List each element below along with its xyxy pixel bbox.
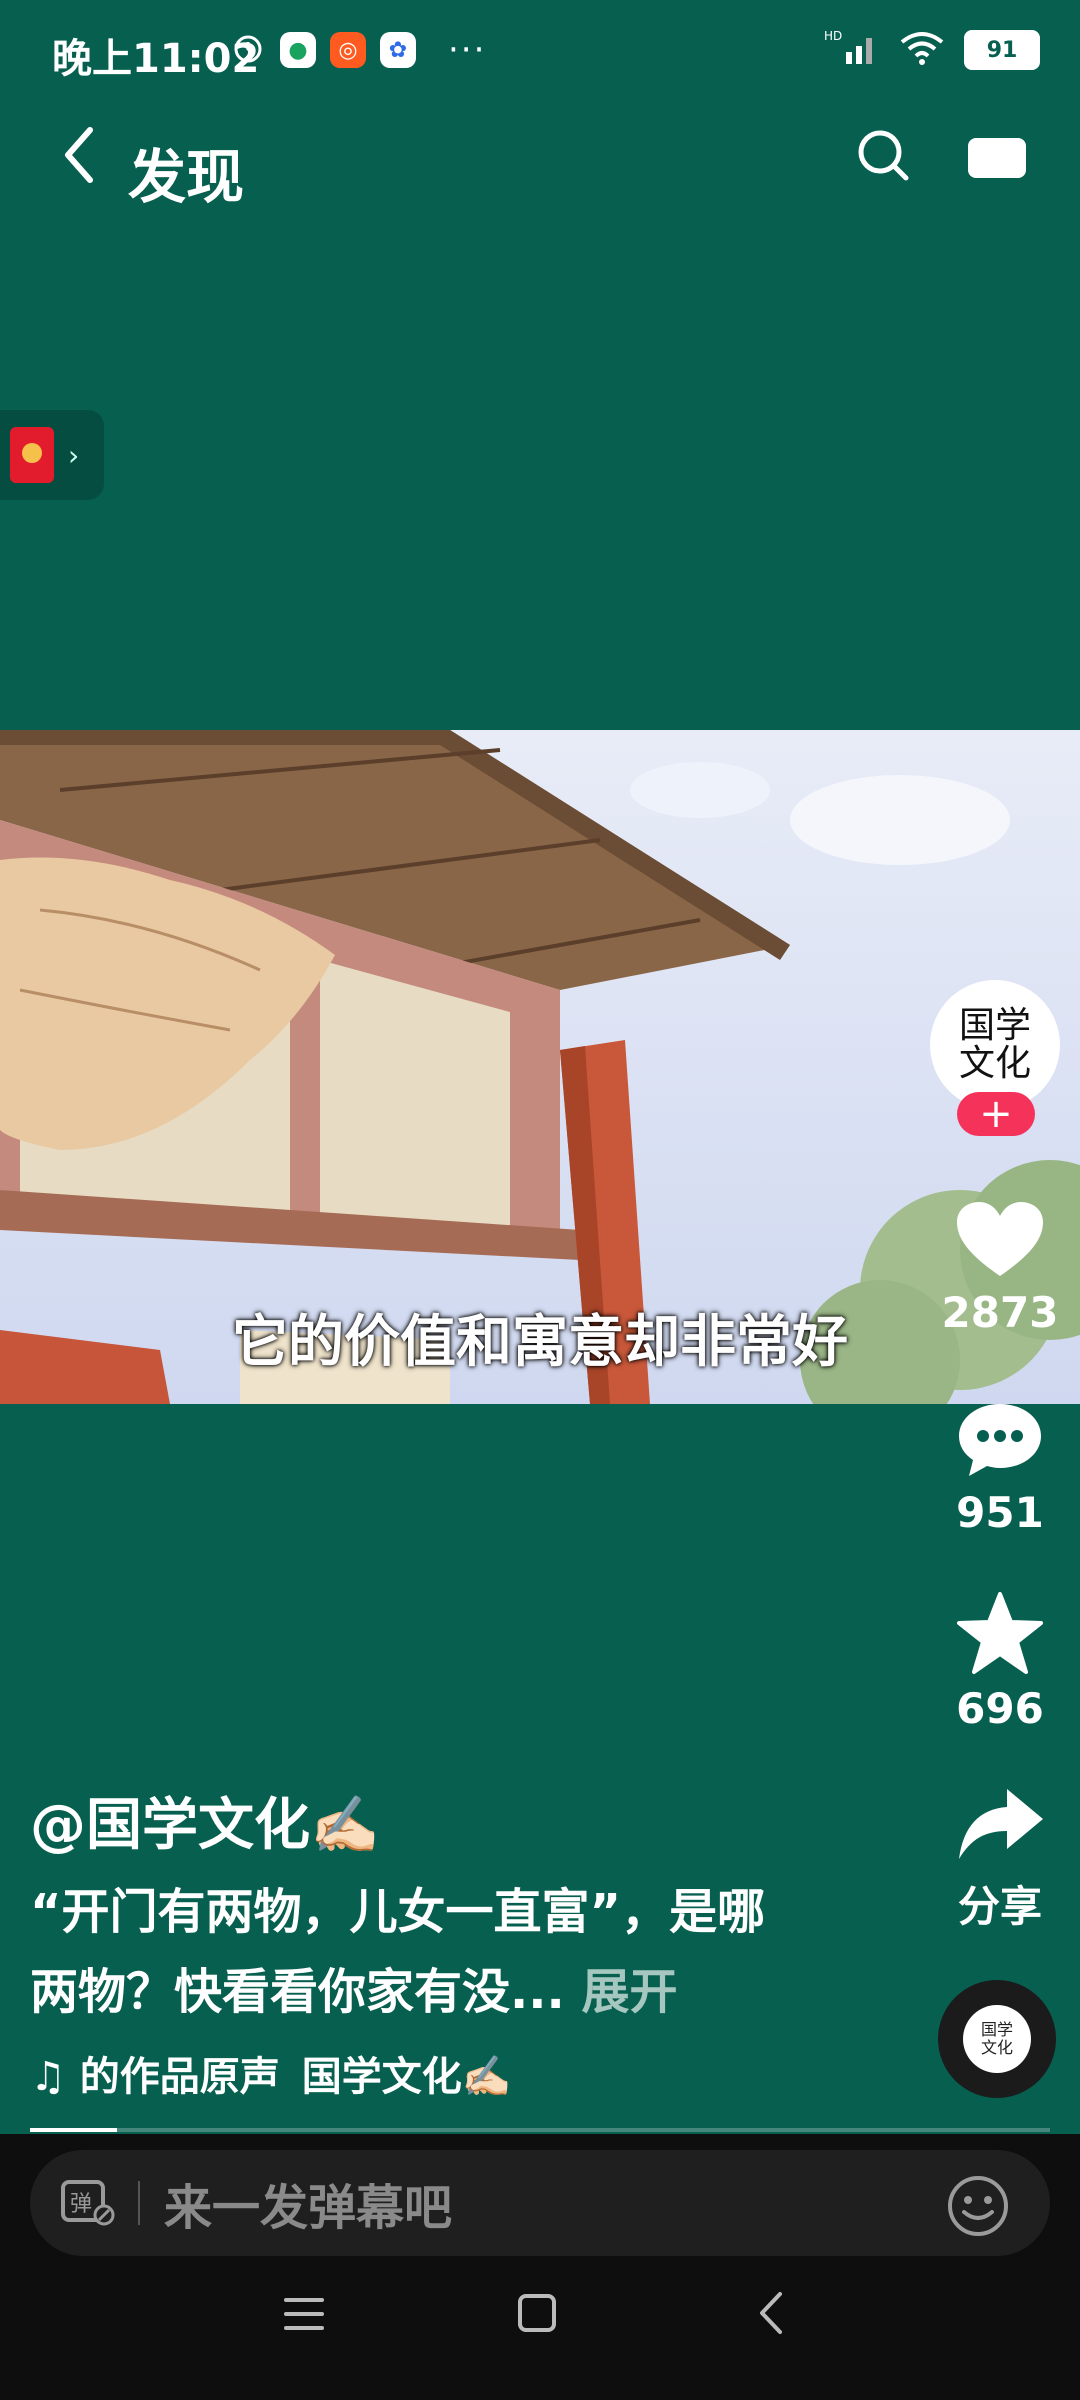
emoji-icon[interactable] bbox=[946, 2174, 1010, 2238]
avatar-calligraphy: 国学文化 bbox=[958, 1005, 1031, 1084]
app-notification-icon: ◎ bbox=[330, 32, 366, 68]
video-player[interactable]: 它的价值和寓意却非常好 bbox=[0, 730, 1080, 1404]
disc-cover: 国学文化 bbox=[963, 2005, 1031, 2073]
system-icons: HD 91 bbox=[824, 28, 1040, 72]
share-label: 分享 bbox=[957, 1882, 1042, 1931]
music-info[interactable]: ♫ 的作品原声 国学文化✍🏻 bbox=[30, 2044, 512, 2102]
back-button[interactable] bbox=[58, 120, 98, 190]
chevron-right-icon: › bbox=[68, 438, 80, 472]
home-icon[interactable] bbox=[516, 2292, 558, 2334]
divider bbox=[138, 2181, 140, 2225]
signal-icon: HD bbox=[824, 28, 880, 72]
disc-cover-text: 国学文化 bbox=[980, 2020, 1013, 2057]
favorite-button[interactable]: 696 bbox=[920, 1590, 1080, 1733]
status-bar: 晚上11:02 ● ◎ ✿ ··· HD 91 bbox=[0, 0, 1080, 104]
status-time: 晚上11:02 bbox=[52, 36, 260, 82]
svg-text:弹: 弹 bbox=[70, 2192, 92, 2217]
music-disc[interactable]: 国学文化 bbox=[938, 1980, 1056, 2098]
like-button[interactable]: 2873 bbox=[920, 1200, 1080, 1337]
alarm-icon bbox=[230, 30, 266, 70]
red-envelope-tab[interactable]: › bbox=[0, 410, 104, 500]
comment-icon bbox=[959, 1404, 1041, 1476]
video-subtitle: 它的价值和寓意却非常好 bbox=[232, 1310, 848, 1375]
baidu-icon: ✿ bbox=[380, 32, 416, 68]
app-notification-icon: ● bbox=[280, 32, 316, 68]
camera-button[interactable] bbox=[968, 138, 1026, 178]
wifi-icon bbox=[898, 28, 946, 72]
video-progress-fill bbox=[30, 2128, 117, 2132]
star-icon bbox=[957, 1592, 1043, 1674]
follow-button[interactable]: + bbox=[957, 1091, 1035, 1137]
danmu-toggle-icon[interactable]: 弹 bbox=[60, 2179, 116, 2227]
page-title: 发现 bbox=[128, 143, 245, 211]
share-button[interactable]: 分享 bbox=[920, 1785, 1080, 1934]
svg-text:HD: HD bbox=[824, 29, 842, 43]
share-icon bbox=[959, 1789, 1043, 1859]
search-icon bbox=[858, 130, 909, 181]
search-button[interactable] bbox=[856, 128, 910, 182]
music-author: 国学文化✍🏻 bbox=[301, 2054, 512, 2100]
battery-icon: 91 bbox=[964, 30, 1040, 70]
favorite-count: 696 bbox=[956, 1684, 1044, 1733]
comment-button[interactable]: 951 bbox=[920, 1400, 1080, 1537]
comment-count: 951 bbox=[956, 1488, 1044, 1537]
expand-button[interactable]: 展开 bbox=[581, 1964, 677, 2020]
nav-back-icon[interactable] bbox=[756, 2290, 786, 2336]
heart-icon bbox=[957, 1202, 1043, 1276]
system-nav-bar bbox=[0, 2284, 1080, 2384]
author-name[interactable]: @国学文化✍🏻 bbox=[30, 1780, 380, 1861]
notification-icons: ● ◎ ✿ ··· bbox=[230, 30, 486, 70]
danmu-placeholder: 来一发弹幕吧 bbox=[164, 2180, 453, 2236]
menu-icon[interactable] bbox=[282, 2294, 326, 2334]
more-notifications-icon: ··· bbox=[448, 30, 487, 70]
red-envelope-icon bbox=[10, 427, 54, 483]
bottom-bar: 弹 来一发弹幕吧 bbox=[0, 2134, 1080, 2400]
post-description: “开门有两物，儿女一直富”，是哪两物？快看看你家有没... 展开 bbox=[30, 1872, 790, 2032]
danmu-input[interactable]: 弹 来一发弹幕吧 bbox=[30, 2150, 1050, 2256]
like-count: 2873 bbox=[941, 1288, 1059, 1337]
music-title: ♫ 的作品原声 bbox=[30, 2054, 280, 2100]
top-bar: 发现 bbox=[0, 100, 1080, 220]
video-progress-bar[interactable] bbox=[30, 2128, 1050, 2132]
